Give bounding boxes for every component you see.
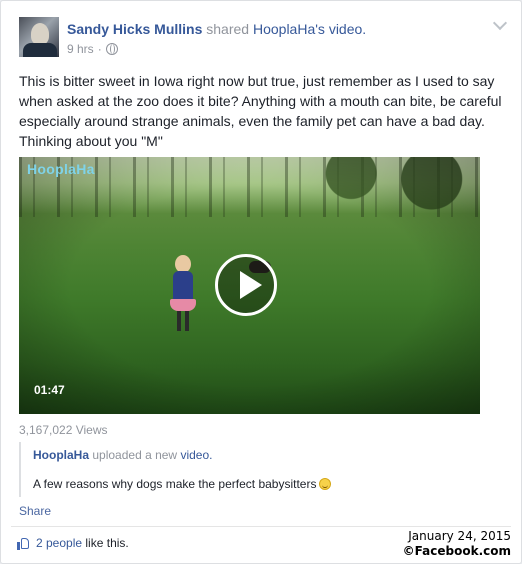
video-link[interactable]: video. (329, 21, 366, 37)
shared-item: HooplaHa uploaded a new video. A few rea… (19, 442, 491, 497)
shared-video-link[interactable]: video. (180, 448, 212, 462)
share-button[interactable]: Share (19, 504, 51, 518)
shared-label: shared (206, 21, 250, 37)
page-link[interactable]: HooplaHa's (253, 21, 325, 37)
chevron-down-icon[interactable] (492, 15, 508, 31)
page-name: HooplaHa (252, 21, 316, 37)
date-stamp: January 24, 2015 ©Facebook.com (403, 529, 511, 559)
author-link[interactable]: Sandy Hicks Mullins (67, 21, 202, 37)
post-text: This is bitter sweet in Iowa right now b… (19, 73, 502, 149)
stamp-date: January 24, 2015 (408, 529, 511, 543)
video-brand-watermark: HooplaHa (27, 161, 95, 177)
page-possessive: 's (315, 21, 325, 37)
shared-page-link[interactable]: HooplaHa (33, 448, 89, 462)
smile-emoji-icon (319, 478, 332, 490)
shared-description-text: A few reasons why dogs make the perfect … (33, 477, 317, 491)
like-thumb-icon (17, 537, 30, 550)
post-header: Sandy Hicks Mullins shared HooplaHa's vi… (67, 21, 366, 37)
shared-item-description: A few reasons why dogs make the perfect … (33, 477, 332, 491)
timestamp[interactable]: 9 hrs (67, 42, 94, 56)
divider (11, 526, 511, 527)
shared-item-header: HooplaHa uploaded a new video. (33, 448, 212, 462)
likes-count-link[interactable]: 2 people (36, 536, 82, 550)
stamp-copyright: ©Facebook.com (402, 544, 511, 558)
globe-icon[interactable] (105, 43, 118, 55)
likes-suffix: like this. (85, 536, 129, 550)
video-player[interactable]: HooplaHa 01:47 (19, 157, 480, 414)
view-count: 3,167,022 Views (19, 423, 108, 437)
feed-post: Sandy Hicks Mullins shared HooplaHa's vi… (0, 0, 522, 564)
avatar[interactable] (19, 17, 59, 57)
meta-separator: · (97, 42, 102, 56)
post-meta: 9 hrs · (67, 42, 118, 56)
shared-action: uploaded a new (92, 448, 178, 462)
video-duration: 01:47 (34, 383, 65, 397)
play-icon[interactable] (215, 254, 277, 316)
likes-summary: 2 people like this. (17, 536, 129, 550)
